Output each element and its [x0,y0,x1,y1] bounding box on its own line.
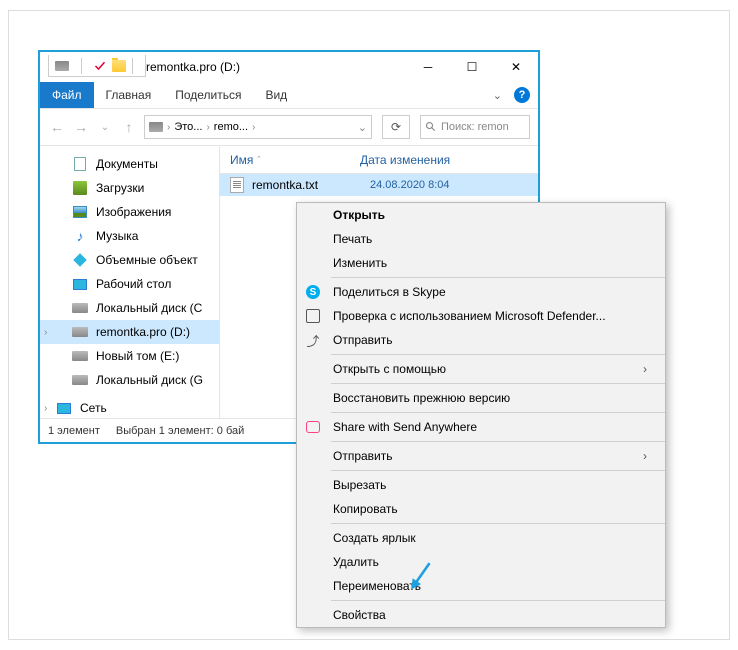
search-icon [425,121,437,133]
address-bar[interactable]: › Это... › remo... › ⌄ [144,115,372,139]
address-dropdown-icon[interactable]: ⌄ [358,121,367,134]
ribbon-collapse-icon[interactable]: ⌄ [493,89,502,102]
nav-remontka[interactable]: ›remontka.pro (D:) [40,320,219,344]
maximize-button[interactable]: ☐ [450,52,494,82]
tab-home[interactable]: Главная [94,82,164,108]
send-anywhere-icon [306,421,320,433]
menu-edit[interactable]: Изменить [297,251,665,275]
nav-newvol[interactable]: Новый том (E:) [40,344,219,368]
menu-properties[interactable]: Свойства [297,603,665,627]
tab-share[interactable]: Поделиться [163,82,253,108]
back-button[interactable]: ← [48,118,66,136]
menu-open-with[interactable]: Открыть с помощью› [297,357,665,381]
check-icon[interactable] [94,60,106,72]
menu-restore[interactable]: Восстановить прежнюю версию [297,386,665,410]
recent-chevron-icon[interactable]: ⌄ [96,118,114,136]
col-name[interactable]: Имяˆ [230,153,360,167]
nav-downloads[interactable]: Загрузки [40,176,219,200]
quick-access-toolbar [48,55,146,77]
file-name: remontka.txt [252,178,362,192]
shield-icon [306,309,320,323]
search-input[interactable]: Поиск: remon [420,115,530,139]
item-count: 1 элемент [48,425,100,437]
chevron-right-icon: › [643,449,647,463]
crumb-pc[interactable]: Это... [174,121,202,133]
refresh-button[interactable]: ⟳ [382,115,410,139]
chevron-right-icon: › [643,362,647,376]
ribbon: Файл Главная Поделиться Вид ⌄ ? [40,82,538,108]
text-file-icon [230,177,244,193]
forward-button[interactable]: → [72,118,90,136]
share-icon: ⤴ [305,332,321,348]
navigation-pane: Документы Загрузки Изображения ♪Музыка О… [40,146,220,418]
nav-documents[interactable]: Документы [40,152,219,176]
col-date[interactable]: Дата изменения [360,153,450,167]
menu-shortcut[interactable]: Создать ярлык [297,526,665,550]
menu-defender[interactable]: Проверка с использованием Microsoft Defe… [297,304,665,328]
menu-rename[interactable]: Переименовать [297,574,665,598]
up-button[interactable]: ↑ [120,118,138,136]
close-button[interactable]: ✕ [494,52,538,82]
help-icon[interactable]: ? [514,87,530,103]
file-date: 24.08.2020 8:04 [370,179,450,191]
menu-delete[interactable]: Удалить [297,550,665,574]
nav-network[interactable]: ›Сеть [40,396,219,418]
minimize-button[interactable]: ─ [406,52,450,82]
context-menu: Открыть Печать Изменить SПоделиться в Sk… [296,202,666,628]
menu-print[interactable]: Печать [297,227,665,251]
folder-icon[interactable] [112,60,126,72]
menu-skype[interactable]: SПоделиться в Skype [297,280,665,304]
menu-send-to[interactable]: Отправить› [297,444,665,468]
navigation-row: ← → ⌄ ↑ › Это... › remo... › ⌄ ⟳ Поиск: … [40,109,538,145]
menu-cut[interactable]: Вырезать [297,473,665,497]
menu-open[interactable]: Открыть [297,203,665,227]
selection-info: Выбран 1 элемент: 0 бай [116,425,244,437]
crumb-drive[interactable]: remo... [214,121,248,133]
skype-icon: S [306,285,320,299]
nav-desktop[interactable]: Рабочий стол [40,272,219,296]
titlebar: remontka.pro (D:) ─ ☐ ✕ [40,52,538,82]
nav-pictures[interactable]: Изображения [40,200,219,224]
drive-icon [149,122,163,132]
tab-file[interactable]: Файл [40,82,94,108]
nav-local-g[interactable]: Локальный диск (G [40,368,219,392]
nav-3dobjects[interactable]: Объемные объект [40,248,219,272]
menu-copy[interactable]: Копировать [297,497,665,521]
menu-send-anywhere[interactable]: Share with Send Anywhere [297,415,665,439]
menu-send[interactable]: ⤴Отправить [297,328,665,352]
drive-icon [55,61,69,71]
nav-music[interactable]: ♪Музыка [40,224,219,248]
tab-view[interactable]: Вид [253,82,299,108]
nav-local-c[interactable]: Локальный диск (C [40,296,219,320]
column-headers: Имяˆ Дата изменения [220,146,538,174]
window-title: remontka.pro (D:) [146,60,406,74]
file-row[interactable]: remontka.txt 24.08.2020 8:04 [220,174,538,196]
